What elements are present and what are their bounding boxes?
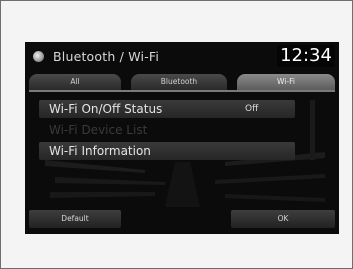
streak <box>165 162 200 207</box>
tab-all[interactable]: All <box>29 74 121 90</box>
menu-item-label: Wi-Fi Device List <box>49 123 148 137</box>
screen-title: Bluetooth / Wi-Fi <box>53 49 160 64</box>
tab-wifi[interactable]: Wi-Fi <box>237 74 335 90</box>
tab-bar: All Bluetooth Wi-Fi <box>29 74 335 92</box>
menu-item-wifi-status[interactable]: Wi-Fi On/Off Status Off <box>39 100 295 118</box>
default-button[interactable]: Default <box>29 210 121 228</box>
tab-underline <box>29 90 335 92</box>
streak <box>215 174 325 184</box>
infotainment-screen: Bluetooth / Wi-Fi 12:34 All Bluetooth Wi… <box>25 42 339 234</box>
wifi-status-value: Off <box>245 104 259 114</box>
streak <box>45 160 145 173</box>
menu-item-label: Wi-Fi On/Off Status <box>49 102 163 116</box>
clock: 12:34 <box>277 45 335 67</box>
ok-button[interactable]: OK <box>231 210 335 228</box>
menu-item-wifi-device-list: Wi-Fi Device List <box>39 121 295 139</box>
streak <box>55 177 165 185</box>
tab-bluetooth[interactable]: Bluetooth <box>131 74 227 90</box>
settings-icon <box>33 51 44 62</box>
screen-header: Bluetooth / Wi-Fi 12:34 <box>25 42 339 72</box>
streak <box>225 194 325 202</box>
menu-item-label: Wi-Fi Information <box>49 144 151 158</box>
streak <box>50 192 155 198</box>
menu-item-wifi-information[interactable]: Wi-Fi Information <box>39 142 295 160</box>
figure-frame: Bluetooth / Wi-Fi 12:34 All Bluetooth Wi… <box>0 0 353 269</box>
scrollbar[interactable] <box>310 100 315 160</box>
